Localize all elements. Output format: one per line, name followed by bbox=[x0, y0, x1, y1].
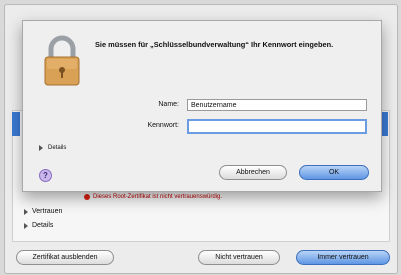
warning-icon bbox=[84, 194, 90, 200]
details-disclosure-bg[interactable]: Details bbox=[24, 222, 53, 229]
disclosure-triangle-icon bbox=[39, 145, 43, 151]
dialog-message: Sie müssen für „Schlüsselbundverwaltung“… bbox=[95, 40, 334, 49]
details-label: Details bbox=[48, 145, 67, 151]
password-dialog: Sie müssen für „Schlüsselbundverwaltung“… bbox=[22, 20, 382, 192]
name-label: Name: bbox=[158, 101, 179, 108]
ok-button[interactable]: OK bbox=[299, 165, 369, 180]
details-disclosure[interactable]: Details bbox=[39, 145, 66, 151]
disclosure-triangle-icon bbox=[24, 222, 28, 229]
help-icon[interactable]: ? bbox=[39, 169, 52, 182]
dont-trust-button[interactable]: Nicht vertrauen bbox=[198, 250, 280, 265]
warning-text: Dieses Root-Zertifikat ist nicht vertrau… bbox=[93, 194, 223, 200]
selected-row-left bbox=[12, 112, 20, 136]
name-field[interactable]: Benutzername bbox=[187, 99, 367, 111]
lock-icon bbox=[44, 35, 80, 86]
cancel-button[interactable]: Abbrechen bbox=[219, 165, 287, 180]
hide-certificate-button[interactable]: Zertifikat ausblenden bbox=[16, 250, 114, 265]
certificate-warning: Dieses Root-Zertifikat ist nicht vertrau… bbox=[84, 194, 222, 200]
trust-label: Vertrauen bbox=[32, 208, 63, 215]
details-label-bg: Details bbox=[32, 222, 54, 229]
disclosure-triangle-icon bbox=[24, 208, 28, 215]
trust-disclosure[interactable]: Vertrauen bbox=[24, 208, 62, 215]
password-field[interactable] bbox=[187, 119, 367, 134]
bottom-button-bar: Zertifikat ausblenden Nicht vertrauen Im… bbox=[16, 250, 390, 265]
password-label: Kennwort: bbox=[147, 122, 179, 129]
always-trust-button[interactable]: Immer vertrauen bbox=[296, 250, 390, 265]
